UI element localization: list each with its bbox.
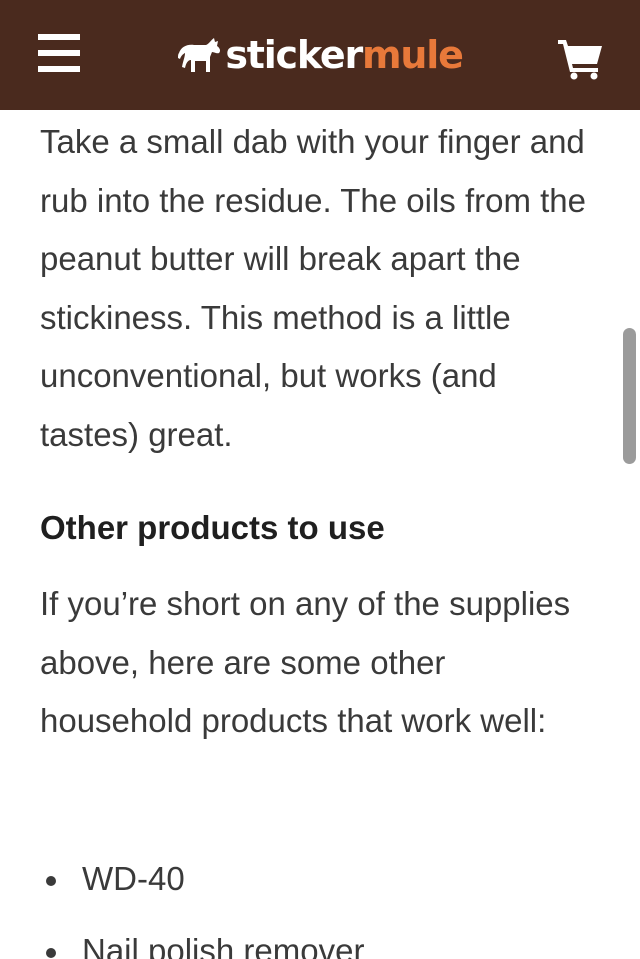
article-paragraph: If you’re short on any of the supplies a… (40, 585, 571, 739)
section-heading: Other products to use (40, 509, 385, 546)
menu-bar-top (38, 34, 80, 40)
mule-logo-icon (178, 38, 221, 72)
logo-text-sticker: sticker (225, 33, 363, 77)
site-header: sticker mule (0, 0, 640, 110)
list-item: Nail polish remover (40, 922, 364, 959)
shopping-cart-icon[interactable] (556, 36, 604, 80)
list-item-label: WD-40 (82, 860, 185, 897)
menu-bar-bottom (38, 66, 80, 72)
menu-bar-middle (38, 50, 80, 56)
logo-text-mule: mule (362, 33, 464, 77)
scrollbar-thumb[interactable] (623, 328, 636, 464)
product-list: WD-40 Nail polish remover (40, 850, 364, 959)
bullet-dot-icon (46, 948, 56, 958)
stickermule-logo[interactable]: sticker mule (177, 0, 464, 110)
list-item: WD-40 (40, 850, 364, 922)
article-paragraph: Take a small dab with your finger and ru… (40, 123, 587, 453)
bullet-dot-icon (46, 876, 56, 886)
hamburger-menu-icon[interactable] (38, 34, 80, 74)
list-item-label: Nail polish remover (82, 932, 365, 959)
